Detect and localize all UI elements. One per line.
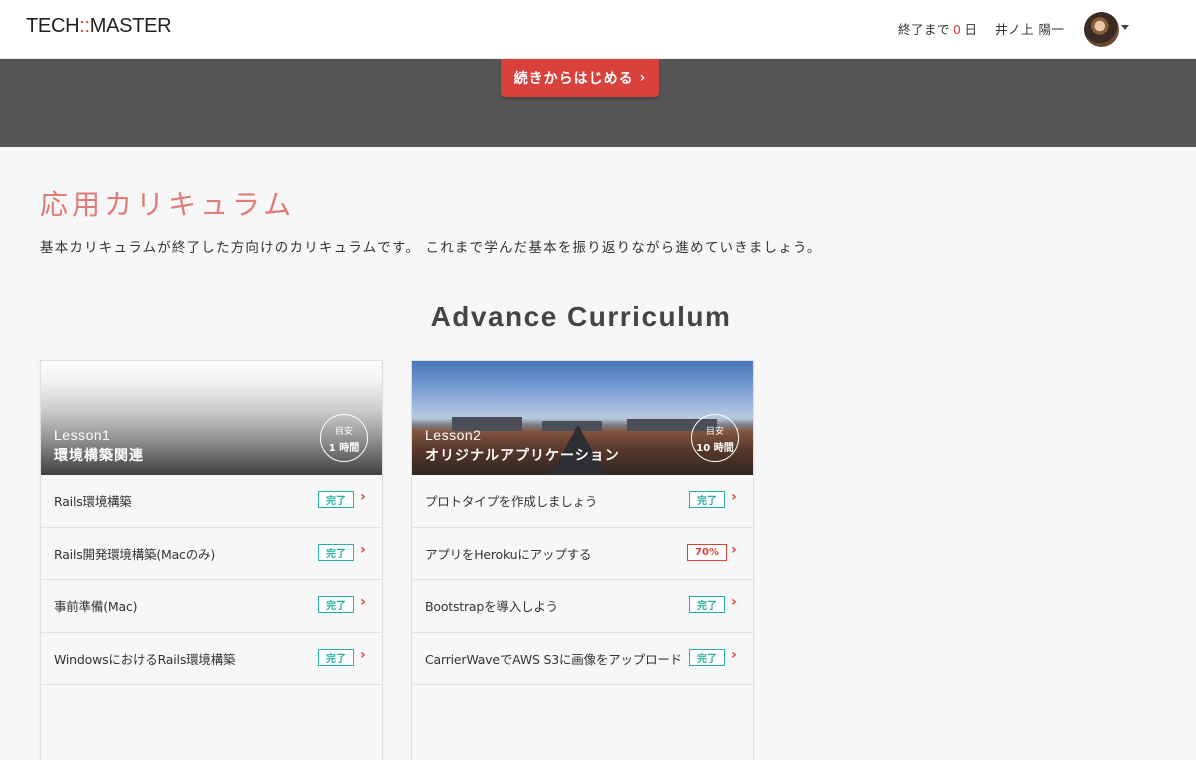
- lesson-number: Lesson2: [425, 427, 482, 443]
- caret-down-icon[interactable]: [1121, 25, 1129, 30]
- lesson-card-2: Lesson2 オリジナルアプリケーション 目安 10 時間 プロトタイプを作成…: [411, 360, 754, 760]
- list-item[interactable]: Rails開発環境構築(Macのみ) 完了 ›: [41, 528, 382, 580]
- countdown-after: 日: [964, 22, 978, 37]
- lesson-number: Lesson1: [54, 427, 111, 443]
- estimate-label: 目安: [705, 427, 724, 437]
- list-item[interactable]: CarrierWaveでAWS S3に画像をアップロード 完了 ›: [412, 633, 753, 685]
- status-badge: 完了: [318, 491, 354, 508]
- logo-separator: ::: [79, 15, 90, 37]
- chevron-right-icon[interactable]: ›: [360, 647, 366, 663]
- status-badge: 完了: [689, 596, 725, 613]
- top-navbar: TECH::MASTER 終了まで 0 日 井ノ上 陽一: [0, 0, 1196, 59]
- item-title: CarrierWaveでAWS S3に画像をアップロード: [425, 651, 682, 667]
- techmaster-logo[interactable]: TECH::MASTER: [26, 15, 172, 38]
- status-badge: 完了: [318, 543, 354, 561]
- days-remaining: 終了まで 0 日: [898, 19, 977, 38]
- list-item[interactable]: プロトタイプを作成しましょう 完了 ›: [412, 475, 753, 528]
- item-title: プロトタイプを作成しましょう: [425, 494, 598, 509]
- status-badge: 完了: [318, 648, 354, 666]
- chevron-right-icon[interactable]: ›: [731, 542, 737, 558]
- item-title: Rails環境構築: [54, 494, 132, 509]
- list-item[interactable]: Bootstrapを導入しよう 完了 ›: [412, 580, 753, 633]
- estimate-label: 目安: [334, 427, 353, 437]
- estimate-value: 10 時間: [696, 443, 734, 454]
- list-item[interactable]: Rails環境構築 完了 ›: [41, 475, 382, 528]
- chevron-right-icon[interactable]: ›: [360, 542, 366, 558]
- page-title: 応用カリキュラム: [40, 188, 296, 221]
- item-title: アプリをHerokuにアップする: [425, 546, 592, 562]
- chevron-right-icon[interactable]: ›: [731, 594, 737, 610]
- chevron-right-icon[interactable]: ›: [360, 489, 366, 505]
- lesson-name: オリジナルアプリケーション: [425, 448, 620, 464]
- continue-button[interactable]: 続きからはじめる ›: [501, 59, 659, 97]
- continue-button-label: 続きからはじめる: [513, 71, 634, 87]
- item-title: WindowsにおけるRails環境構築: [54, 651, 236, 667]
- status-badge: 完了: [318, 596, 354, 613]
- chevron-right-icon: ›: [639, 70, 647, 86]
- time-estimate-badge: 目安 10 時間: [691, 414, 739, 462]
- section-description: 基本カリキュラムが終了した方向けのカリキュラムです。 これまで学んだ基本を振り返…: [40, 240, 822, 256]
- status-badge: 完了: [689, 491, 725, 508]
- chevron-right-icon[interactable]: ›: [731, 647, 737, 663]
- list-item[interactable]: アプリをHerokuにアップする 70% ›: [412, 528, 753, 580]
- item-title: 事前準備(Mac): [54, 599, 138, 614]
- hero-banner: 続きからはじめる ›: [0, 59, 1196, 147]
- chevron-right-icon[interactable]: ›: [360, 594, 366, 610]
- countdown-value: 0: [953, 22, 962, 37]
- avatar[interactable]: [1084, 12, 1119, 47]
- lesson-card-header[interactable]: Lesson2 オリジナルアプリケーション 目安 10 時間: [412, 361, 753, 475]
- estimate-value: 1 時間: [328, 443, 360, 454]
- lesson-name: 環境構築関連: [54, 448, 144, 464]
- countdown-before: 終了まで: [898, 22, 951, 37]
- user-name[interactable]: 井ノ上 陽一: [995, 19, 1064, 38]
- list-item[interactable]: 事前準備(Mac) 完了 ›: [41, 580, 382, 633]
- logo-prefix: TECH: [26, 15, 80, 37]
- logo-suffix: MASTER: [89, 15, 172, 37]
- section-subtitle: Advance Curriculum: [430, 301, 732, 332]
- chevron-right-icon[interactable]: ›: [731, 489, 737, 505]
- lesson-card-1: Lesson1 環境構築関連 目安 1 時間 Rails環境構築 完了 › Ra…: [40, 360, 383, 760]
- progress-badge: 70%: [687, 543, 727, 561]
- item-title: Bootstrapを導入しよう: [425, 599, 558, 614]
- status-badge: 完了: [689, 648, 725, 666]
- item-title: Rails開発環境構築(Macのみ): [54, 546, 216, 562]
- lesson-card-header[interactable]: Lesson1 環境構築関連 目安 1 時間: [41, 361, 382, 475]
- time-estimate-badge: 目安 1 時間: [320, 414, 368, 462]
- list-item[interactable]: WindowsにおけるRails環境構築 完了 ›: [41, 633, 382, 685]
